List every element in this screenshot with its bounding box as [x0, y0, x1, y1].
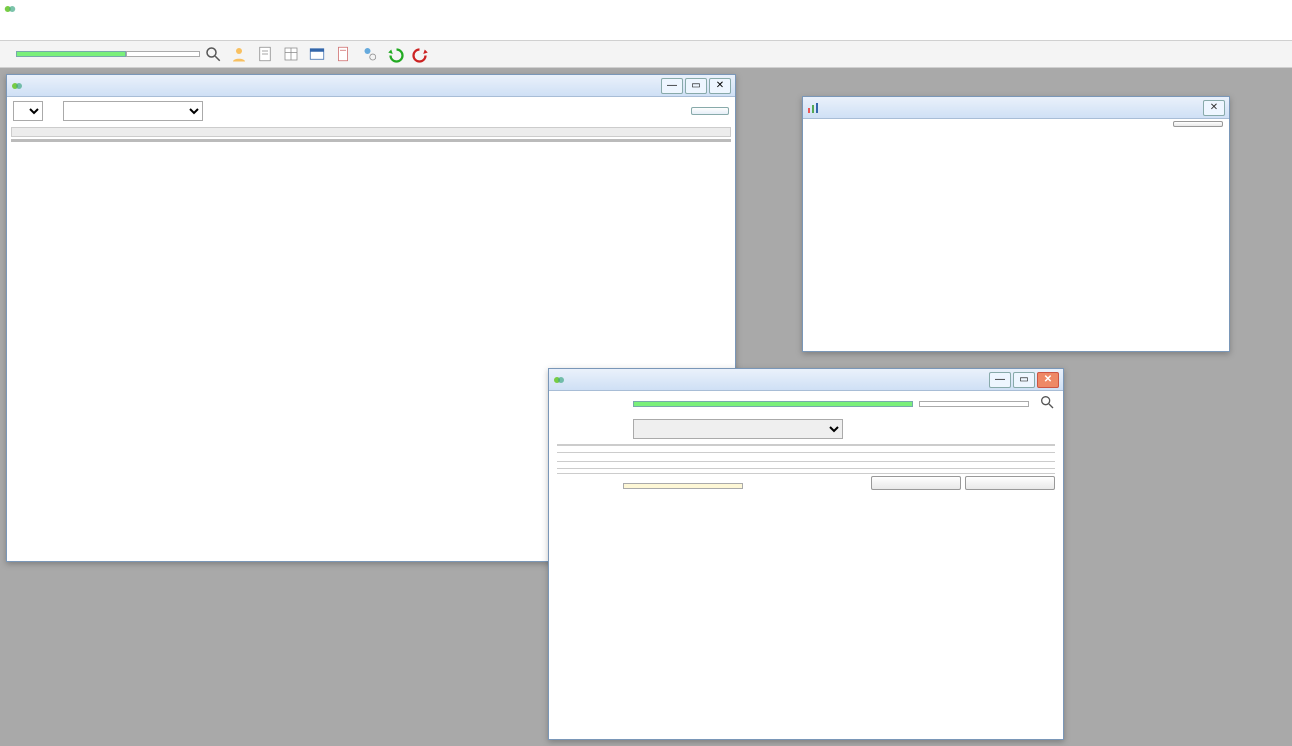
app-small-icon: [553, 374, 565, 386]
document-icon[interactable]: [254, 43, 276, 65]
chart-icon: [807, 102, 819, 114]
money-section: [557, 473, 1055, 490]
window-icon[interactable]: [306, 43, 328, 65]
close-icon[interactable]: ✕: [1203, 100, 1225, 116]
spreadsheet-icon[interactable]: [280, 43, 302, 65]
post-button[interactable]: [871, 476, 961, 490]
arrears-chart: [809, 131, 1223, 341]
minimize-icon[interactable]: —: [661, 78, 683, 94]
app-small-icon: [11, 80, 23, 92]
user-gear-icon[interactable]: [358, 43, 380, 65]
select-loans-button[interactable]: [691, 107, 729, 115]
close-icon[interactable]: ✕: [1037, 372, 1059, 388]
cancel-button[interactable]: [965, 476, 1055, 490]
maximize-icon[interactable]: ▭: [1013, 372, 1035, 388]
arrears-window: ✕: [802, 96, 1230, 352]
person-icon[interactable]: [228, 43, 250, 65]
search-icon[interactable]: [202, 43, 224, 65]
loan-grid: [11, 139, 731, 142]
redo-icon[interactable]: [410, 43, 432, 65]
branch-select[interactable]: [63, 101, 203, 121]
totals-section: [557, 461, 1055, 464]
app-logo-icon: [4, 3, 16, 15]
print-button[interactable]: [1173, 121, 1223, 127]
maximize-icon[interactable]: ▭: [685, 78, 707, 94]
account-filter-select[interactable]: [633, 419, 843, 439]
account-info: [557, 452, 1055, 457]
close-icon[interactable]: ✕: [709, 78, 731, 94]
branch-field[interactable]: [126, 51, 200, 57]
money-heading: [557, 468, 1055, 471]
loan-filter-select[interactable]: [13, 101, 43, 121]
main-toolbar: [0, 40, 1292, 68]
deposit-receipt-window: — ▭ ✕: [548, 368, 1064, 740]
group-by-bar[interactable]: [11, 127, 731, 137]
menubar: [0, 18, 1292, 40]
customer-name-field[interactable]: [16, 51, 126, 57]
deposit-grid: [557, 444, 1055, 446]
tendered-input[interactable]: [623, 483, 743, 489]
receipt-icon[interactable]: [332, 43, 354, 65]
undo-icon[interactable]: [384, 43, 406, 65]
dep-customer-name[interactable]: [633, 401, 913, 407]
minimize-icon[interactable]: —: [989, 372, 1011, 388]
search-icon[interactable]: [1039, 394, 1055, 413]
dep-branch[interactable]: [919, 401, 1029, 407]
app-titlebar: [0, 0, 1292, 18]
